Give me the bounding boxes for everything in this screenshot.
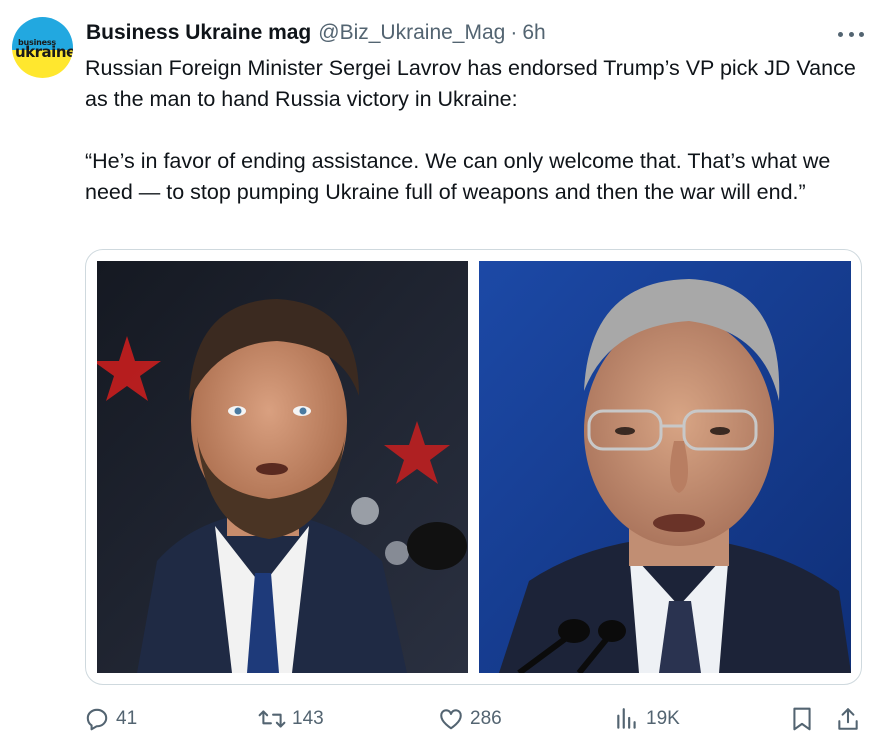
repost-button[interactable]: 143 [258, 706, 324, 732]
more-options-icon[interactable] [838, 24, 864, 44]
like-button[interactable]: 286 [438, 706, 502, 732]
photo-left[interactable] [97, 261, 468, 673]
analytics-icon [617, 708, 636, 729]
views-button[interactable]: 19K [614, 706, 680, 732]
avatar[interactable]: business ukraine [12, 17, 73, 78]
reply-icon [86, 708, 108, 731]
share-icon [838, 708, 858, 730]
photo-left-image [97, 261, 468, 673]
media-grid [85, 249, 862, 685]
timestamp[interactable]: 6h [522, 21, 545, 45]
repost-icon [258, 710, 286, 728]
heart-icon [440, 709, 462, 730]
tweet-header: Business Ukraine mag @Biz_Ukraine_Mag · … [86, 18, 546, 48]
reply-count: 41 [116, 708, 138, 729]
tweet-paragraph-1: Russian Foreign Minister Sergei Lavrov h… [85, 56, 856, 111]
bookmark-icon [793, 707, 811, 731]
reply-button[interactable]: 41 [84, 706, 137, 732]
share-button[interactable] [836, 706, 860, 732]
repost-count: 143 [292, 708, 324, 729]
bookmark-button[interactable] [790, 706, 814, 732]
separator-dot: · [510, 21, 518, 44]
tweet[interactable]: business ukraine Business Ukraine mag @B… [0, 0, 886, 753]
like-count: 286 [470, 708, 502, 729]
handle[interactable]: @Biz_Ukraine_Mag [318, 21, 505, 45]
avatar-text-bottom: ukraine [15, 43, 73, 61]
tweet-text: Russian Foreign Minister Sergei Lavrov h… [85, 53, 865, 208]
photo-right[interactable] [479, 261, 851, 673]
display-name[interactable]: Business Ukraine mag [86, 21, 311, 45]
photo-right-image [479, 261, 851, 673]
tweet-paragraph-2: “He’s in favor of ending assistance. We … [85, 149, 831, 204]
action-bar: 41 143 286 19K [0, 700, 886, 740]
views-count: 19K [646, 708, 680, 729]
